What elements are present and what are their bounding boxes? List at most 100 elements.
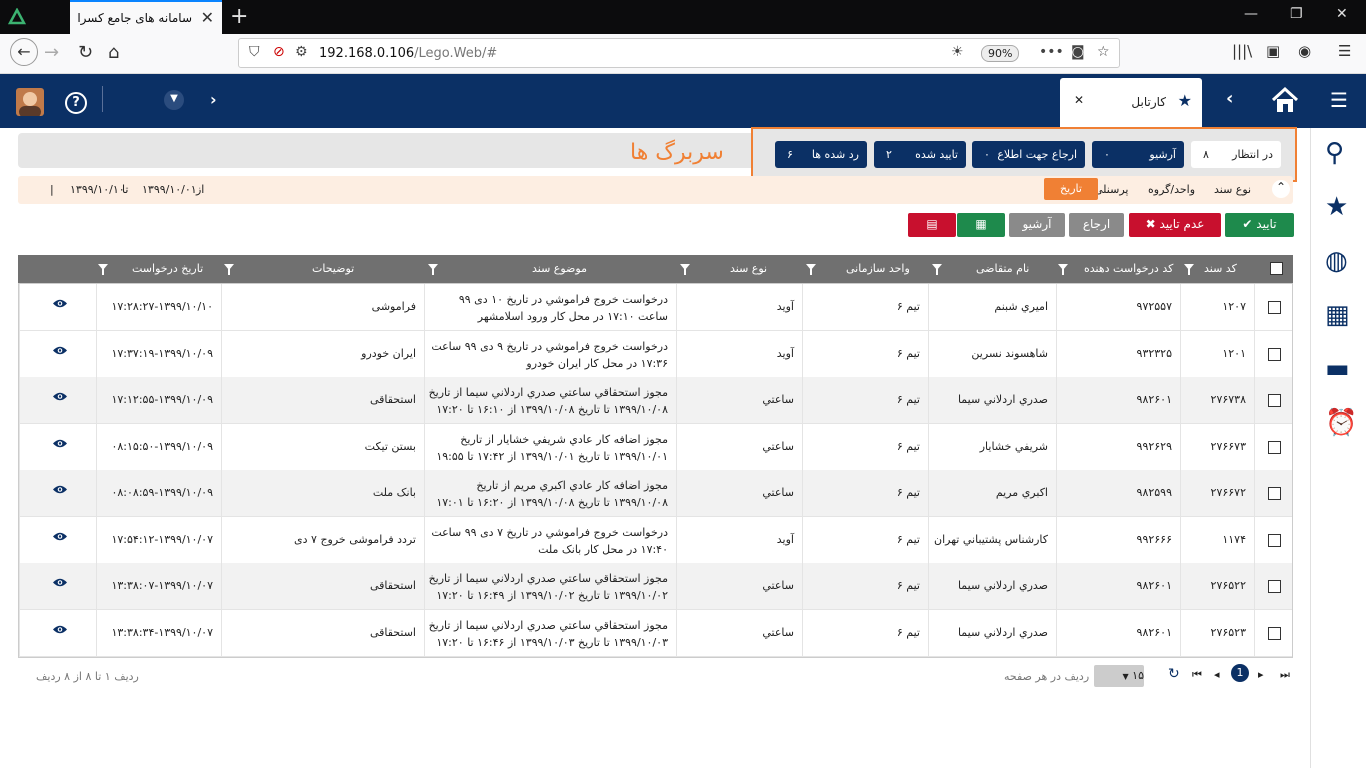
table-row[interactable]: ۲۷۶۷۳۸ ۹۸۲۶۰۱ صدري اردلاني سيما تیم ۶ ساعتي م…	[19, 377, 1292, 424]
view-eye-icon[interactable]	[52, 484, 68, 495]
last-page-icon[interactable]: ⏭	[1280, 668, 1290, 682]
view-eye-icon[interactable]	[52, 577, 68, 588]
status-rejected-button[interactable]: رد شده ها ۶	[775, 141, 867, 168]
shield-icon[interactable]: ⛉	[249, 44, 260, 60]
zoom-level[interactable]: 90%	[981, 45, 1020, 62]
from-date[interactable]: ۱۳۹۹/۱۰/۰۱	[142, 183, 197, 196]
filter-personnel[interactable]: پرسنلی	[1094, 183, 1128, 196]
view-eye-icon[interactable]	[52, 624, 68, 635]
filter-date-tab[interactable]: تاریخ	[1044, 178, 1098, 200]
library-icon[interactable]: |||\	[1232, 42, 1252, 60]
first-page-icon[interactable]: ⏮	[1192, 668, 1202, 682]
table-row[interactable]: ۱۱۷۴ ۹۹۲۶۶۶ کارشناس پشتيباني تهران تیم ۶ آوي…	[19, 516, 1292, 564]
close-tab-icon[interactable]: ✕	[201, 8, 214, 27]
to-date[interactable]: ۱۳۹۹/۱۰/۱۰	[70, 183, 125, 196]
home-icon[interactable]: ⌂	[108, 42, 119, 63]
lightbulb-icon[interactable]: ☀	[951, 44, 964, 60]
table-row[interactable]: ۲۷۶۵۲۳ ۹۸۲۶۰۱ صدري اردلاني سيما تیم ۶ ساعتي م…	[19, 609, 1292, 657]
filter-funnel-icon[interactable]	[1184, 264, 1194, 275]
close-tab-icon[interactable]: ✕	[1074, 93, 1084, 107]
page-number[interactable]: 1	[1231, 664, 1249, 682]
alarm-icon[interactable]: ⏰	[1325, 408, 1357, 438]
filter-funnel-icon[interactable]	[98, 264, 108, 275]
view-eye-icon[interactable]	[52, 391, 68, 402]
view-eye-icon[interactable]	[52, 531, 68, 542]
table-row[interactable]: ۲۷۶۵۲۲ ۹۸۲۶۰۱ صدري اردلاني سيما تیم ۶ ساعتي م…	[19, 563, 1292, 610]
insecure-icon[interactable]: ⊘	[273, 44, 285, 60]
row-checkbox[interactable]	[1268, 440, 1281, 454]
url-text[interactable]: 192.168.0.106/Lego.Web/#	[319, 46, 497, 61]
view-eye-icon[interactable]	[52, 438, 68, 449]
col-description[interactable]: توضیحات	[312, 262, 354, 275]
prev-page-icon[interactable]: ◂	[1214, 668, 1220, 681]
filter-funnel-icon[interactable]	[428, 264, 438, 275]
bookmark-star-icon[interactable]: ☆	[1097, 44, 1110, 60]
filter-funnel-icon[interactable]	[224, 264, 234, 275]
hamburger-menu-icon[interactable]: ☰	[1330, 88, 1348, 112]
row-checkbox[interactable]	[1268, 394, 1281, 407]
pdf-export-icon[interactable]: ▤	[908, 213, 956, 237]
row-checkbox[interactable]	[1268, 301, 1281, 314]
filter-unit-group[interactable]: واحد/گروه	[1148, 183, 1195, 196]
filter-funnel-icon[interactable]	[1058, 264, 1068, 275]
table-row[interactable]: ۱۲۰۷ ۹۷۲۵۵۷ اميري شبنم تیم ۶ آويد درخواست خرو…	[19, 284, 1292, 331]
home-icon[interactable]	[1270, 86, 1300, 114]
presentation-icon[interactable]: ▦	[1325, 300, 1350, 330]
view-eye-icon[interactable]	[52, 298, 68, 309]
account-icon[interactable]: ◉	[1298, 42, 1311, 60]
new-tab-icon[interactable]: +	[230, 4, 248, 29]
reload-icon[interactable]: ↻	[78, 42, 93, 63]
table-row[interactable]: ۲۷۶۶۷۳ ۹۹۲۶۲۹ شريفي خشايار تیم ۶ ساعتي مجوز ا…	[19, 423, 1292, 471]
col-doc-type[interactable]: نوع سند	[730, 262, 767, 275]
chevron-down-icon[interactable]: ▼	[164, 90, 184, 110]
approve-button[interactable]: تایید ✔	[1225, 213, 1294, 237]
next-page-icon[interactable]: ▸	[1258, 668, 1264, 681]
globe-icon[interactable]: ◍	[1325, 246, 1348, 276]
row-checkbox[interactable]	[1268, 626, 1281, 640]
row-checkbox[interactable]	[1268, 487, 1281, 500]
reject-button[interactable]: عدم تایید ✖	[1129, 213, 1221, 237]
col-requester-code[interactable]: کد درخواست دهنده	[1084, 262, 1173, 275]
row-checkbox[interactable]	[1268, 533, 1281, 547]
sidebar-icon[interactable]: ▣	[1266, 42, 1280, 60]
chevron-up-icon[interactable]: ⌃	[1272, 180, 1290, 198]
table-row[interactable]: ۱۲۰۱ ۹۳۲۳۲۵ شاهسوند نسرين تیم ۶ آويد درخواست …	[19, 330, 1292, 378]
pocket-icon[interactable]: ◙	[1071, 44, 1085, 60]
more-icon[interactable]: •••	[1039, 44, 1064, 60]
col-code[interactable]: کد سند	[1204, 262, 1237, 275]
status-pending-button[interactable]: در انتظار ۸	[1191, 141, 1281, 168]
avatar[interactable]	[16, 88, 44, 116]
col-request-date[interactable]: تاریخ درخواست	[132, 262, 203, 275]
view-eye-icon[interactable]	[52, 345, 68, 356]
col-org-unit[interactable]: واحد سازمانی	[846, 262, 910, 275]
archive-button[interactable]: آرشیو	[1009, 213, 1065, 237]
search-icon[interactable]: ⚲	[1325, 138, 1344, 168]
status-approved-button[interactable]: تایید شده ۲	[874, 141, 966, 168]
page-size-select[interactable]: ۱۵ ▼	[1094, 665, 1144, 687]
scroll-right-icon[interactable]: ›	[210, 90, 217, 109]
select-all-checkbox[interactable]	[1270, 262, 1283, 275]
back-icon[interactable]: ←	[10, 38, 38, 66]
filter-funnel-icon[interactable]	[806, 264, 816, 275]
refer-button[interactable]: ارجاع	[1069, 213, 1124, 237]
url-bar[interactable]: ⛉ ⊘ ⚙ 192.168.0.106/Lego.Web/# ☀ 90% •••…	[238, 38, 1120, 68]
favorites-icon[interactable]: ★	[1325, 192, 1348, 222]
menu-icon[interactable]: ☰	[1338, 42, 1351, 60]
restore-icon[interactable]: ❐	[1290, 6, 1303, 22]
col-subject[interactable]: موضوع سند	[532, 262, 587, 275]
filter-funnel-icon[interactable]	[680, 264, 690, 275]
filter-funnel-icon[interactable]	[932, 264, 942, 275]
tab-kartabl[interactable]: ✕ کارتابل ★	[1060, 78, 1202, 128]
forward-icon[interactable]: →	[44, 42, 59, 63]
refresh-icon[interactable]: ↻	[1168, 666, 1180, 682]
close-window-icon[interactable]: ✕	[1336, 6, 1348, 22]
status-archive-button[interactable]: آرشیو ۰	[1092, 141, 1184, 168]
permissions-icon[interactable]: ⚙	[295, 44, 308, 60]
row-checkbox[interactable]	[1268, 580, 1281, 593]
status-refer-info-button[interactable]: ارجاع جهت اطلاع ۰	[972, 141, 1085, 168]
col-applicant-name[interactable]: نام متقاضی	[976, 262, 1029, 275]
help-icon[interactable]: ?	[65, 92, 87, 114]
row-checkbox[interactable]	[1268, 347, 1281, 361]
briefcase-icon[interactable]: ▬	[1325, 354, 1350, 384]
browser-tab[interactable]: سامانه های جامع کسرا ✕	[70, 0, 222, 34]
